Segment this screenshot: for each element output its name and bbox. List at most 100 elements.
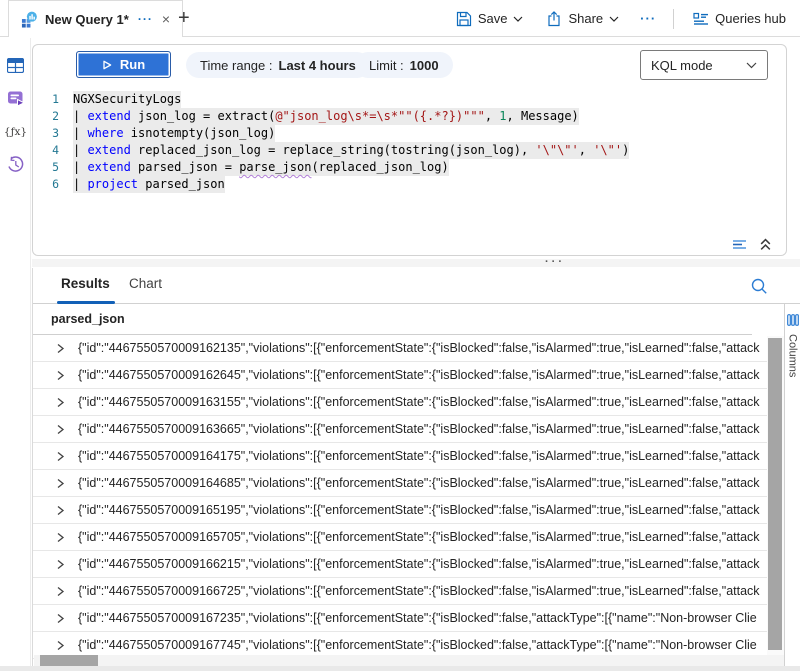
expand-row-chevron-icon[interactable] [56,559,65,570]
row-json-value: {"id":"4467550570009162645","violations"… [78,368,760,382]
query-history-icon[interactable] [0,148,31,181]
expand-row-chevron-icon[interactable] [56,478,65,489]
row-json-value: {"id":"4467550570009164685","violations"… [78,476,760,490]
table-row[interactable]: {"id":"4467550570009164175","violations"… [33,443,767,470]
expand-row-chevron-icon[interactable] [56,343,65,354]
more-actions-button[interactable]: ··· [634,11,662,26]
share-label: Share [568,11,603,26]
query-tab[interactable]: New Query 1* ··· × [8,0,183,37]
limit-label: Limit : [369,58,404,73]
table-row[interactable]: {"id":"4467550570009162645","violations"… [33,362,767,389]
share-button[interactable]: Share [538,7,627,31]
expand-row-chevron-icon[interactable] [56,397,65,408]
time-range-value: Last 4 hours [279,58,356,73]
results-rows: {"id":"4467550570009162135","violations"… [33,335,767,659]
queries-hub-icon [693,12,709,26]
editor-lines[interactable]: 1NGXSecurityLogs2| extend json_log = ext… [33,91,784,193]
code-line[interactable]: 5| extend parsed_json = parse_json(repla… [33,159,784,176]
row-json-value: {"id":"4467550570009166725","violations"… [78,584,760,598]
line-number: 5 [33,159,73,176]
row-json-value: {"id":"4467550570009164175","violations"… [78,449,760,463]
save-icon [456,11,472,27]
vertical-scrollbar-thumb[interactable] [768,338,782,650]
time-range-label: Time range : [200,58,273,73]
expand-row-chevron-icon[interactable] [56,586,65,597]
table-row[interactable]: {"id":"4467550570009166215","violations"… [33,551,767,578]
share-icon [546,11,562,27]
vertical-scrollbar[interactable] [767,336,784,655]
tab-bar-actions: Save Share ··· [448,0,794,37]
row-json-value: {"id":"4467550570009163155","violations"… [78,395,760,409]
table-row[interactable]: {"id":"4467550570009165195","violations"… [33,497,767,524]
results-tab-strip: Results Chart [33,268,800,304]
code-line[interactable]: 1NGXSecurityLogs [33,91,784,108]
saved-queries-icon[interactable] [0,82,31,115]
row-json-value: {"id":"4467550570009163665","violations"… [78,422,760,436]
code-text: | extend replaced_json_log = replace_str… [73,142,629,159]
search-icon[interactable] [750,277,768,300]
connections-table-icon[interactable] [0,49,31,82]
code-line[interactable]: 2| extend json_log = extract(@"json_log\… [33,108,784,125]
table-row[interactable]: {"id":"4467550570009164685","violations"… [33,470,767,497]
expand-row-chevron-icon[interactable] [56,532,65,543]
tab-close-icon[interactable]: × [162,11,170,27]
expand-row-chevron-icon[interactable] [56,451,65,462]
line-number: 6 [33,176,73,193]
collapse-panel-icon[interactable] [759,238,772,251]
kusto-query-app: New Query 1* ··· × + Save [0,0,800,671]
tab-results[interactable]: Results [61,276,110,291]
expand-row-chevron-icon[interactable] [56,613,65,624]
code-line[interactable]: 6| project parsed_json [33,176,784,193]
query-mode-selector[interactable]: KQL mode [640,50,768,80]
tab-title: New Query 1* [45,12,129,27]
save-button[interactable]: Save [448,7,532,31]
table-row[interactable]: {"id":"4467550570009163665","violations"… [33,416,767,443]
save-label: Save [478,11,508,26]
expand-row-chevron-icon[interactable] [56,424,65,435]
query-mode-value: KQL mode [651,58,713,73]
expand-row-chevron-icon[interactable] [56,370,65,381]
queries-hub-label: Queries hub [715,11,786,26]
limit-value: 1000 [410,58,439,73]
time-range-picker[interactable]: Time range : Last 4 hours [186,52,370,78]
tab-bar: New Query 1* ··· × + Save [0,0,800,37]
code-text: | extend parsed_json = parse_json(replac… [73,159,449,176]
table-row[interactable]: {"id":"4467550570009163155","violations"… [33,389,767,416]
row-json-value: {"id":"4467550570009165705","violations"… [78,530,760,544]
code-line[interactable]: 4| extend replaced_json_log = replace_st… [33,142,784,159]
line-number: 2 [33,108,73,125]
table-row[interactable]: {"id":"4467550570009167235","violations"… [33,605,767,632]
column-header[interactable]: parsed_json [33,304,752,335]
tab-chart[interactable]: Chart [129,276,162,291]
chevron-down-icon [746,62,757,69]
run-label: Run [120,57,145,72]
code-text: NGXSecurityLogs [73,91,181,108]
table-row[interactable]: {"id":"4467550570009162135","violations"… [33,335,767,362]
window-bottom-strip [0,666,800,671]
functions-icon[interactable]: {ƒx} [0,115,31,148]
row-json-value: {"id":"4467550570009167235","violations"… [78,611,757,625]
chevron-down-icon [609,16,619,22]
row-json-value: {"id":"4467550570009167745","violations"… [78,638,757,652]
row-json-value: {"id":"4467550570009165195","violations"… [78,503,760,517]
expand-row-chevron-icon[interactable] [56,640,65,651]
code-line[interactable]: 3| where isnotempty(json_log) [33,125,784,142]
table-row[interactable]: {"id":"4467550570009166725","violations"… [33,578,767,605]
run-button[interactable]: Run [76,51,171,78]
code-text: | project parsed_json [73,176,225,193]
tab-more-icon[interactable]: ··· [138,12,153,26]
new-tab-button[interactable]: + [178,6,190,30]
splitter-grip-icon[interactable]: ··· [545,256,565,268]
queries-hub-button[interactable]: Queries hub [685,7,794,30]
expand-row-chevron-icon[interactable] [56,505,65,516]
columns-label: Columns [787,334,799,377]
query-summary-icon[interactable] [733,239,750,251]
limit-picker[interactable]: Limit : 1000 [355,52,453,78]
panel-splitter[interactable]: ··· [32,259,800,267]
play-icon [102,60,112,70]
adx-logo-icon [21,11,38,28]
editor-corner-actions [733,238,772,251]
table-row[interactable]: {"id":"4467550570009165705","violations"… [33,524,767,551]
columns-side-tab[interactable]: Columns [784,304,800,671]
code-text: | where isnotempty(json_log) [73,125,275,142]
